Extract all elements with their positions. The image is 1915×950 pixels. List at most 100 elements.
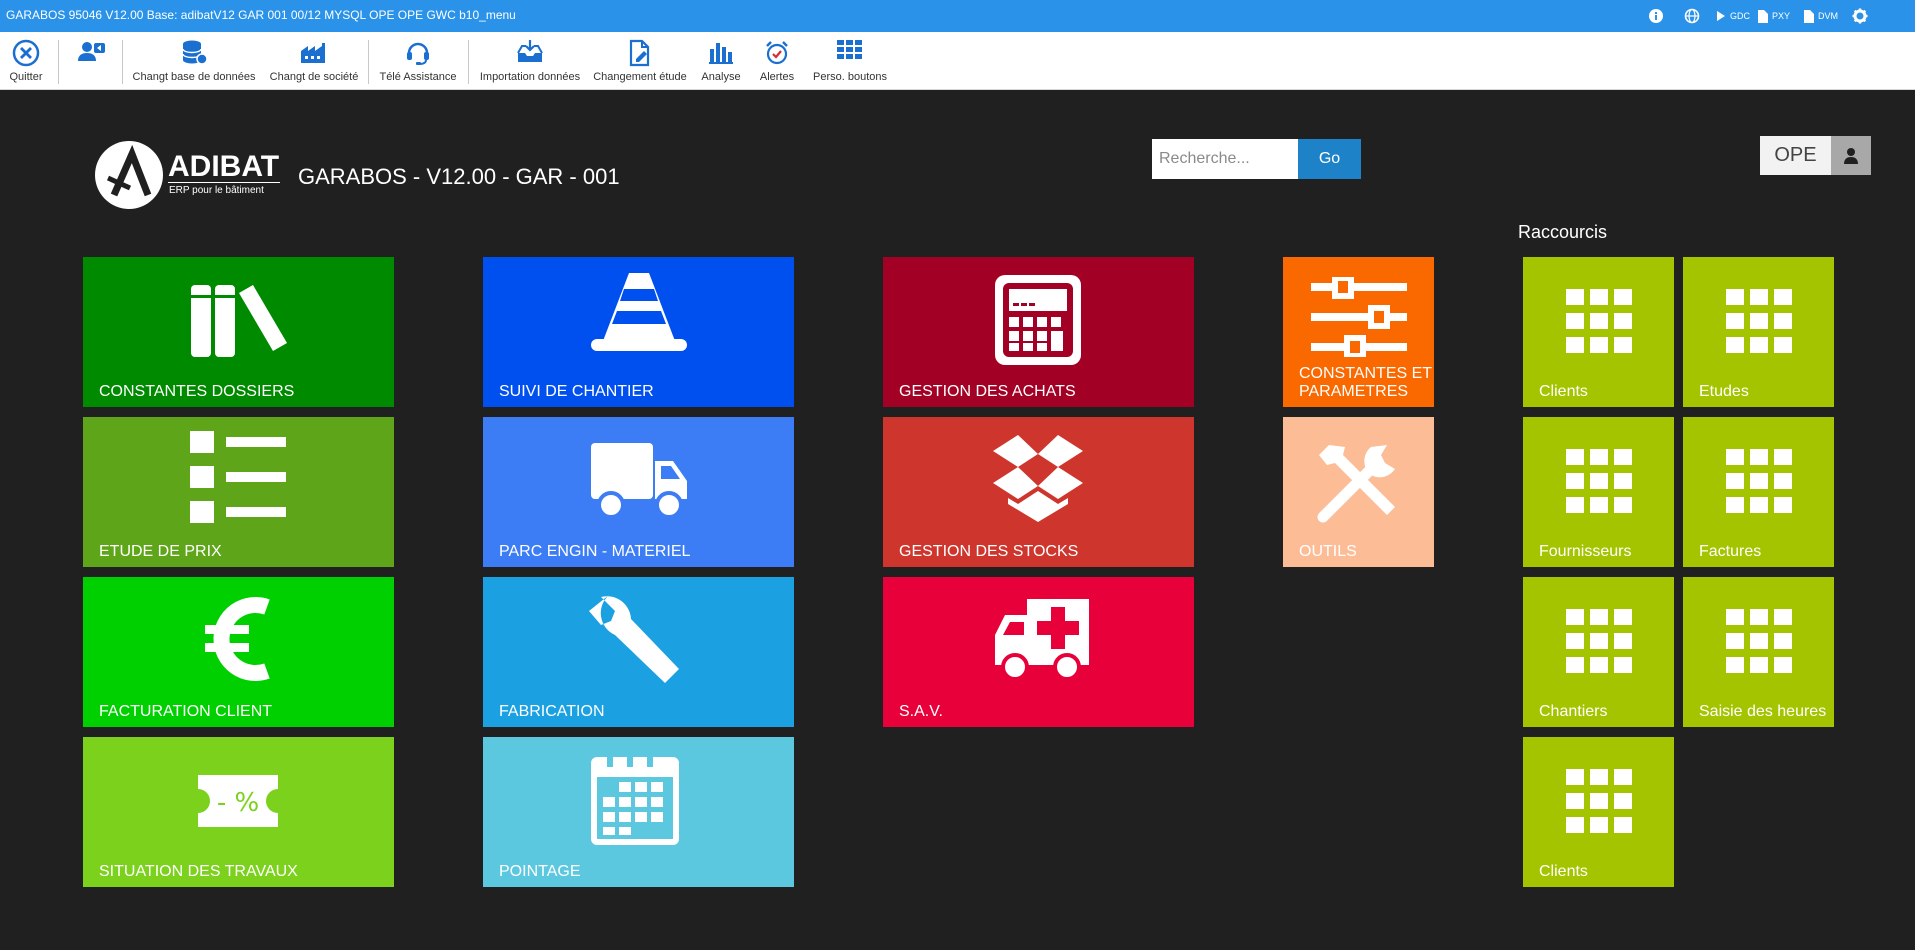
shortcut-saisie-heures[interactable]: Saisie des heures [1683,577,1834,727]
books-icon [191,285,287,357]
tile-constantes-dossiers[interactable]: CONSTANTES DOSSIERS [83,257,394,407]
shortcut-etudes[interactable]: Etudes [1683,257,1834,407]
user-menu[interactable]: OPE [1760,136,1871,175]
shortcut-label: Saisie des heures [1699,703,1827,720]
grid-icon [1566,609,1632,673]
shortcut-clients-2[interactable]: Clients [1523,737,1674,887]
tile-gestion-achats[interactable]: GESTION DES ACHATS [883,257,1194,407]
tile-label: SITUATION DES TRAVAUX [99,863,298,880]
globe-icon[interactable] [1684,7,1700,25]
grid-icon [1726,449,1792,513]
change-study-button[interactable]: Changement étude [592,32,688,90]
adibat-logo [95,141,163,209]
tile-etude-prix[interactable]: ETUDE DE PRIX [83,417,394,567]
grid-icon [1566,289,1632,353]
go-button[interactable]: Go [1298,139,1361,179]
user-icon [1844,148,1858,164]
alerts-label: Alertes [759,71,795,83]
document-icon [1804,9,1814,23]
close-circle-icon [12,39,40,67]
shortcut-fournisseurs[interactable]: Fournisseurs [1523,417,1674,567]
tile-label: FABRICATION [499,703,605,720]
toolbar: Quitter Changt base de données Changt de… [0,32,1915,90]
tile-label: ETUDE DE PRIX [99,543,222,560]
tile-gestion-stocks[interactable]: GESTION DES STOCKS [883,417,1194,567]
user-name: OPE [1760,136,1831,175]
change-database-button[interactable]: Changt base de données [132,32,256,90]
toolbar-divider [122,40,123,84]
app-title: GARABOS - V12.00 - GAR - 001 [298,164,620,189]
grid-icon [1726,289,1792,353]
pxy-button[interactable]: PXY [1758,7,1790,25]
import-data-label: Importation données [479,71,581,83]
tile-label: SUIVI DE CHANTIER [499,383,654,400]
shortcut-label: Factures [1699,543,1762,560]
tile-constantes-parametres[interactable]: CONSTANTES ET PARAMETRES [1283,257,1434,407]
toolbar-divider [58,40,59,84]
quit-label: Quitter [9,71,43,83]
truck-icon [591,443,687,519]
tile-label: PARC ENGIN - MATERIEL [499,543,691,560]
remote-assistance-label: Télé Assistance [379,71,457,83]
gear-icon[interactable] [1852,7,1868,25]
grid-icon [1566,449,1632,513]
tile-suivi-chantier[interactable]: SUIVI DE CHANTIER [483,257,794,407]
shortcut-chantiers[interactable]: Chantiers [1523,577,1674,727]
grid-icon [1566,769,1632,833]
import-data-button[interactable]: Importation données [478,32,582,90]
tile-label: CONSTANTES DOSSIERS [99,383,295,400]
wrench-icon [589,595,679,683]
alerts-button[interactable]: Alertes [754,32,800,90]
tile-situation-travaux[interactable]: - % SITUATION DES TRAVAUX [83,737,394,887]
analysis-button[interactable]: Analyse [698,32,744,90]
headset-icon [407,42,429,65]
shortcut-clients[interactable]: Clients [1523,257,1674,407]
grid-icon [1726,609,1792,673]
database-icon [182,40,208,65]
search-input[interactable] [1152,139,1298,179]
discount-ticket-icon: - % [198,775,278,827]
info-icon[interactable] [1648,7,1664,25]
shortcut-label: Chantiers [1539,703,1608,720]
tile-parc-engin[interactable]: PARC ENGIN - MATERIEL [483,417,794,567]
tile-label: FACTURATION CLIENT [99,703,273,720]
bar-chart-icon [709,43,733,64]
shortcut-label: Etudes [1699,383,1749,400]
gdc-label: GDC [1730,11,1750,21]
gdc-button[interactable]: GDC [1716,7,1750,25]
list-icon [190,431,286,523]
pxy-label: PXY [1772,11,1791,21]
shortcut-label: Clients [1539,383,1588,400]
toolbar-divider [468,40,469,84]
dvm-button[interactable]: DVM [1804,7,1838,25]
grid-icon [837,40,862,59]
tile-sav[interactable]: S.A.V. [883,577,1194,727]
tile-label: POINTAGE [499,863,581,880]
quit-button[interactable]: Quitter [0,32,52,90]
users-button[interactable] [70,32,114,90]
toolbar-divider [368,40,369,84]
custom-buttons-label: Perso. boutons [813,71,887,83]
analysis-label: Analyse [701,71,741,83]
change-database-label: Changt base de données [132,71,256,83]
inbox-download-icon [517,40,543,62]
shortcut-factures[interactable]: Factures [1683,417,1834,567]
tile-label: S.A.V. [899,703,943,720]
change-company-button[interactable]: Changt de société [268,32,360,90]
user-avatar [1831,136,1871,175]
change-company-label: Changt de société [269,71,359,83]
remote-assistance-button[interactable]: Télé Assistance [378,32,458,90]
custom-buttons-button[interactable]: Perso. boutons [810,32,890,90]
brand-name: ADIBAT [168,150,280,183]
ambulance-icon [995,599,1089,681]
tools-icon [1317,445,1395,523]
dvm-label: DVM [1818,11,1838,21]
tile-label: GESTION DES ACHATS [899,383,1076,400]
brand-tagline: ERP pour le bâtiment [169,185,264,196]
users-icon [78,42,105,61]
tile-pointage[interactable]: POINTAGE [483,737,794,887]
tile-facturation-client[interactable]: FACTURATION CLIENT [83,577,394,727]
tile-label: OUTILS [1299,543,1357,560]
tile-fabrication[interactable]: FABRICATION [483,577,794,727]
tile-outils[interactable]: OUTILS [1283,417,1434,567]
